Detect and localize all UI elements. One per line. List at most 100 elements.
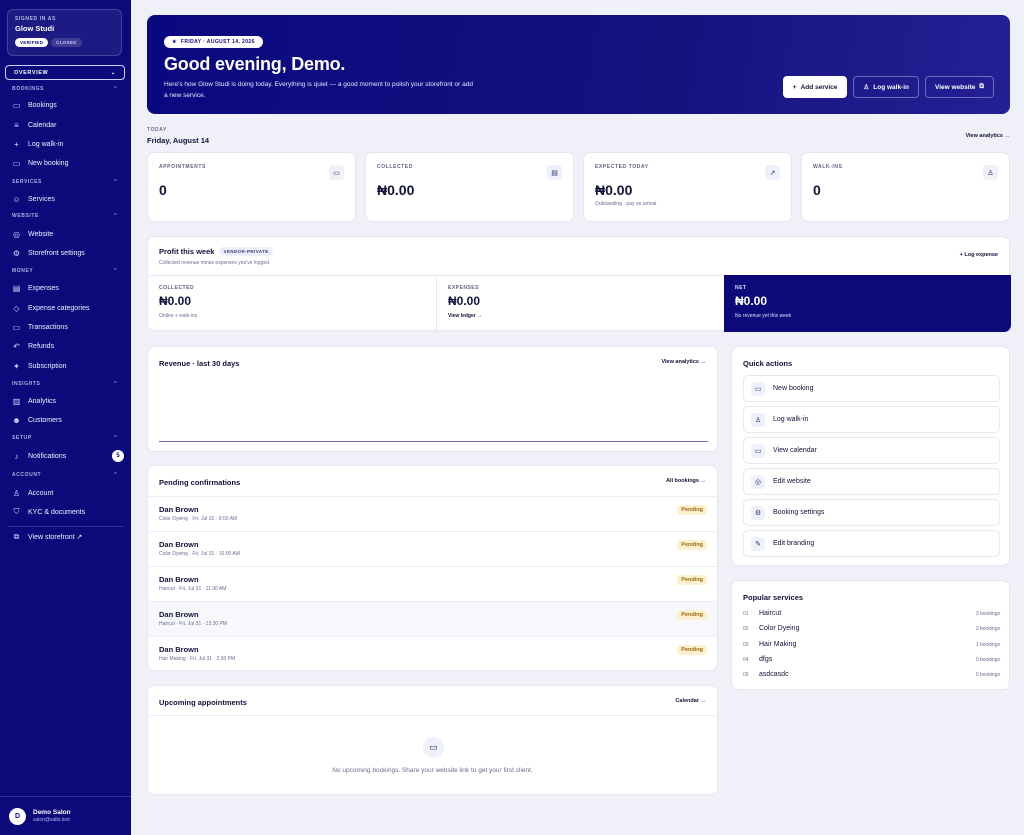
sparkle-icon: ✦ [13,361,20,371]
quick-actions-title: Quick actions [743,359,793,368]
sidebar-item-kyc[interactable]: ⛉ KYC & documents [12,504,124,520]
section-services[interactable]: SERVICES ⌃ [12,179,118,185]
sidebar-item-calendar[interactable]: ≡ Calendar [12,117,124,133]
trend-icon: ↗ [765,165,780,180]
card-icon: ▭ [12,322,21,332]
table-row[interactable]: Dan Brown Color Dyeing · Fri, Jul 31 · 1… [148,531,717,566]
receipt-icon: ▤ [12,283,21,293]
star-icon: ★ [172,39,177,45]
account-card[interactable]: SIGNED IN AS Glow Studi VERIFIED CLOSED [7,9,122,56]
upcoming-empty-message: No upcoming bookings. Share your website… [332,767,533,774]
brush-icon: ✎ [751,536,765,551]
chevron-up-icon: ⌃ [113,179,118,185]
view-analytics-link[interactable]: View analytics → [965,133,1010,139]
sidebar-item-expense-categories[interactable]: ◇ Expense categories [12,300,124,316]
profit-subtitle: Collected revenue minus expenses you've … [159,260,271,266]
table-row[interactable]: Dan Brown Hair Making · Fri, Jul 31 · 2:… [148,636,717,670]
section-account[interactable]: ACCOUNT ⌃ [12,472,118,478]
log-walkin-button[interactable]: ♙ Log walk-in [853,76,919,98]
calendar-link[interactable]: Calendar → [675,698,706,704]
sidebar-item-notifications[interactable]: ♪ Notifications 5 [12,448,124,464]
chevron-up-icon: ⌃ [113,213,118,219]
qa-new-booking[interactable]: ▭ New booking [743,375,1000,402]
status-badge: Pending [677,505,707,515]
calendar-icon: ▭ [751,443,765,458]
all-bookings-link[interactable]: All bookings → [666,478,706,484]
qa-edit-branding[interactable]: ✎ Edit branding [743,530,1000,557]
sidebar: SIGNED IN AS Glow Studi VERIFIED CLOSED … [0,0,131,835]
stat-walkins: WALK-INS 0 ♙ [801,152,1010,222]
sidebar-divider [7,526,124,527]
gear-icon: ⚙ [751,505,765,520]
sidebar-item-new-booking[interactable]: ▭ New booking [12,155,124,171]
users-icon: ☻ [12,415,21,425]
revenue-title: Revenue · last 30 days [159,359,240,368]
section-bookings[interactable]: BOOKINGS ⌃ [12,86,118,92]
list-item: 01 Haircut 3 bookings [743,610,1000,617]
user-profile[interactable]: D Demo Salon salon@salbi.test [0,796,131,835]
sidebar-item-log-walkin[interactable]: + Log walk-in [12,136,124,152]
status-badge: Pending [677,610,707,620]
qa-view-calendar[interactable]: ▭ View calendar [743,437,1000,464]
sidebar-item-view-storefront[interactable]: ⧉ View storefront ↗ [12,529,124,545]
sidebar-item-subscription[interactable]: ✦ Subscription [12,358,124,374]
sidebar-item-customers[interactable]: ☻ Customers [12,412,124,428]
view-ledger-link[interactable]: View ledger → [448,313,713,319]
view-website-button[interactable]: View website ⧉ [925,76,994,98]
section-setup[interactable]: SETUP ⌃ [12,435,118,441]
user-name: Demo Salon [33,809,71,816]
pending-title: Pending confirmations [159,478,241,487]
sidebar-item-transactions[interactable]: ▭ Transactions [12,319,124,335]
sidebar-item-website[interactable]: ◎ Website [12,226,124,242]
sidebar-item-services[interactable]: ☺ Services [12,191,124,207]
chevron-up-icon: ⌃ [113,268,118,274]
store-name: Glow Studi [15,24,55,33]
qa-log-walkin[interactable]: ♙ Log walk-in [743,406,1000,433]
sidebar-item-analytics[interactable]: ▥ Analytics [12,393,124,409]
qa-edit-website[interactable]: ◎ Edit website [743,468,1000,495]
popular-title: Popular services [743,593,804,602]
vendor-private-tag: VENDOR-PRIVATE [219,247,273,256]
list-item: 03 Hair Making 1 bookings [743,641,1000,648]
calendar-icon: ▭ [423,737,444,758]
avatar: D [9,807,26,825]
chevron-up-icon: ⌃ [113,381,118,387]
qa-booking-settings[interactable]: ⚙ Booking settings [743,499,1000,526]
status-badge: Pending [677,645,707,655]
shield-icon: ⛉ [13,507,20,516]
overview-dropdown[interactable]: OVERVIEW ⌄ [5,65,125,80]
section-website[interactable]: WEBSITE ⌃ [12,213,118,219]
list-item: 05 asdcasdc 0 bookings [743,671,1000,678]
calendar-plus-icon: ▭ [12,158,21,168]
sidebar-item-expenses[interactable]: ▤ Expenses [12,280,124,296]
sidebar-item-account[interactable]: ♙ Account [12,485,124,501]
gear-icon: ⚙ [12,248,21,258]
section-insights[interactable]: INSIGHTS ⌃ [12,381,118,387]
section-money[interactable]: MONEY ⌃ [12,268,118,274]
today-label: TODAY [147,127,167,133]
revenue-analytics-link[interactable]: View analytics → [661,359,706,365]
notifications-count-badge: 5 [112,450,124,462]
user-email: salon@salbi.test [33,817,70,823]
globe-icon: ◎ [751,474,765,489]
upcoming-title: Upcoming appointments [159,698,247,707]
undo-icon: ↶ [13,341,20,351]
plus-icon: + [792,83,797,91]
table-row[interactable]: Dan Brown Haircut · Fri, Jul 31 · 12:30 … [148,601,717,636]
list-item: 02 Color Dyeing 2 bookings [743,625,1000,632]
sidebar-item-refunds[interactable]: ↶ Refunds [12,338,124,354]
add-service-button[interactable]: + Add service [782,76,848,98]
profit-expenses: EXPENSES ₦0.00 View ledger → [436,275,724,332]
status-badge: Pending [677,540,707,550]
profit-net: NET ₦0.00 No revenue yet this week [724,275,1011,332]
bell-icon: ♪ [14,451,19,461]
table-row[interactable]: Dan Brown Haircut · Fri, Jul 31 · 11:30 … [148,566,717,601]
profit-title: Profit this week [159,247,215,256]
log-expense-link[interactable]: + Log expense [960,252,998,258]
table-row[interactable]: Dan Brown Color Dyeing · Fri, Jul 31 · 9… [148,496,717,531]
chevron-down-icon: ⌄ [110,69,116,76]
sidebar-item-storefront-settings[interactable]: ⚙ Storefront settings [12,245,124,261]
globe-icon: ◎ [13,229,20,239]
user-plus-icon: ♙ [863,84,870,91]
sidebar-item-bookings[interactable]: ▭ Bookings [12,97,124,113]
